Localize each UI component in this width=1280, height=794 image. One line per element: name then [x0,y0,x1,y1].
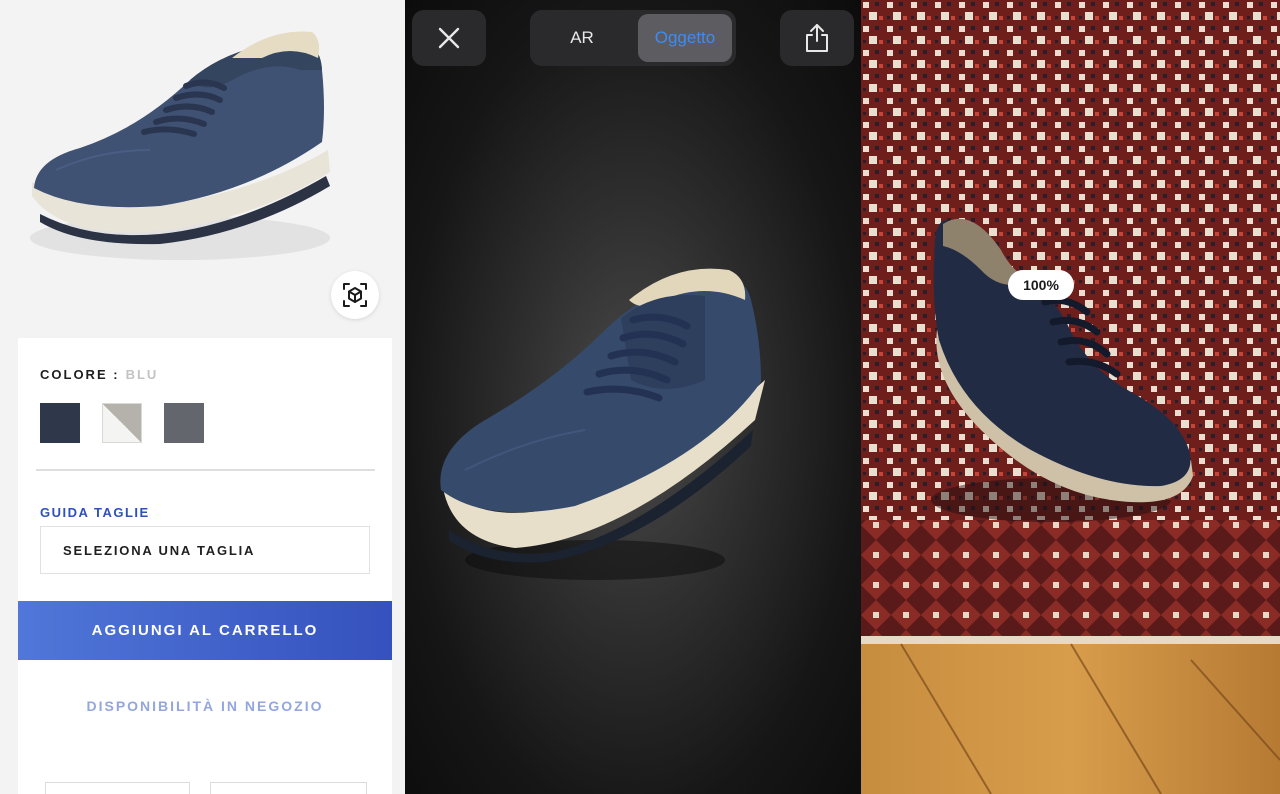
ar-cube-icon [343,283,367,307]
color-swatch-navy[interactable] [40,403,80,443]
size-guide-link[interactable]: GUIDA TAGLIE [40,505,150,520]
shoe-3d-model [440,268,765,580]
rug-floor-background [861,0,1280,794]
divider [36,469,375,471]
add-to-cart-button[interactable]: AGGIUNGI AL CARRELLO [18,601,392,660]
size-select[interactable]: SELEZIONA UNA TAGLIA [40,526,370,574]
product-options-card: COLORE : BLU GUIDA TAGLIE SELEZIONA UNA … [18,338,392,794]
scale-badge: 100% [1008,270,1074,300]
color-row: COLORE : BLU [40,367,158,382]
object-viewer-panel: AR Oggetto [405,0,861,794]
product-page-panel: COLORE : BLU GUIDA TAGLIE SELEZIONA UNA … [0,0,405,794]
secondary-button-right[interactable] [210,782,367,794]
color-label: COLORE : [40,367,120,382]
secondary-button-left[interactable] [45,782,190,794]
ar-camera-panel: 100% [861,0,1280,794]
color-value: BLU [125,367,159,382]
store-availability-link[interactable]: DISPONIBILITÀ IN NEGOZIO [18,698,392,714]
color-swatch-white-grey[interactable] [102,403,142,443]
color-swatch-grey[interactable] [164,403,204,443]
ar-view-button[interactable] [331,271,379,319]
